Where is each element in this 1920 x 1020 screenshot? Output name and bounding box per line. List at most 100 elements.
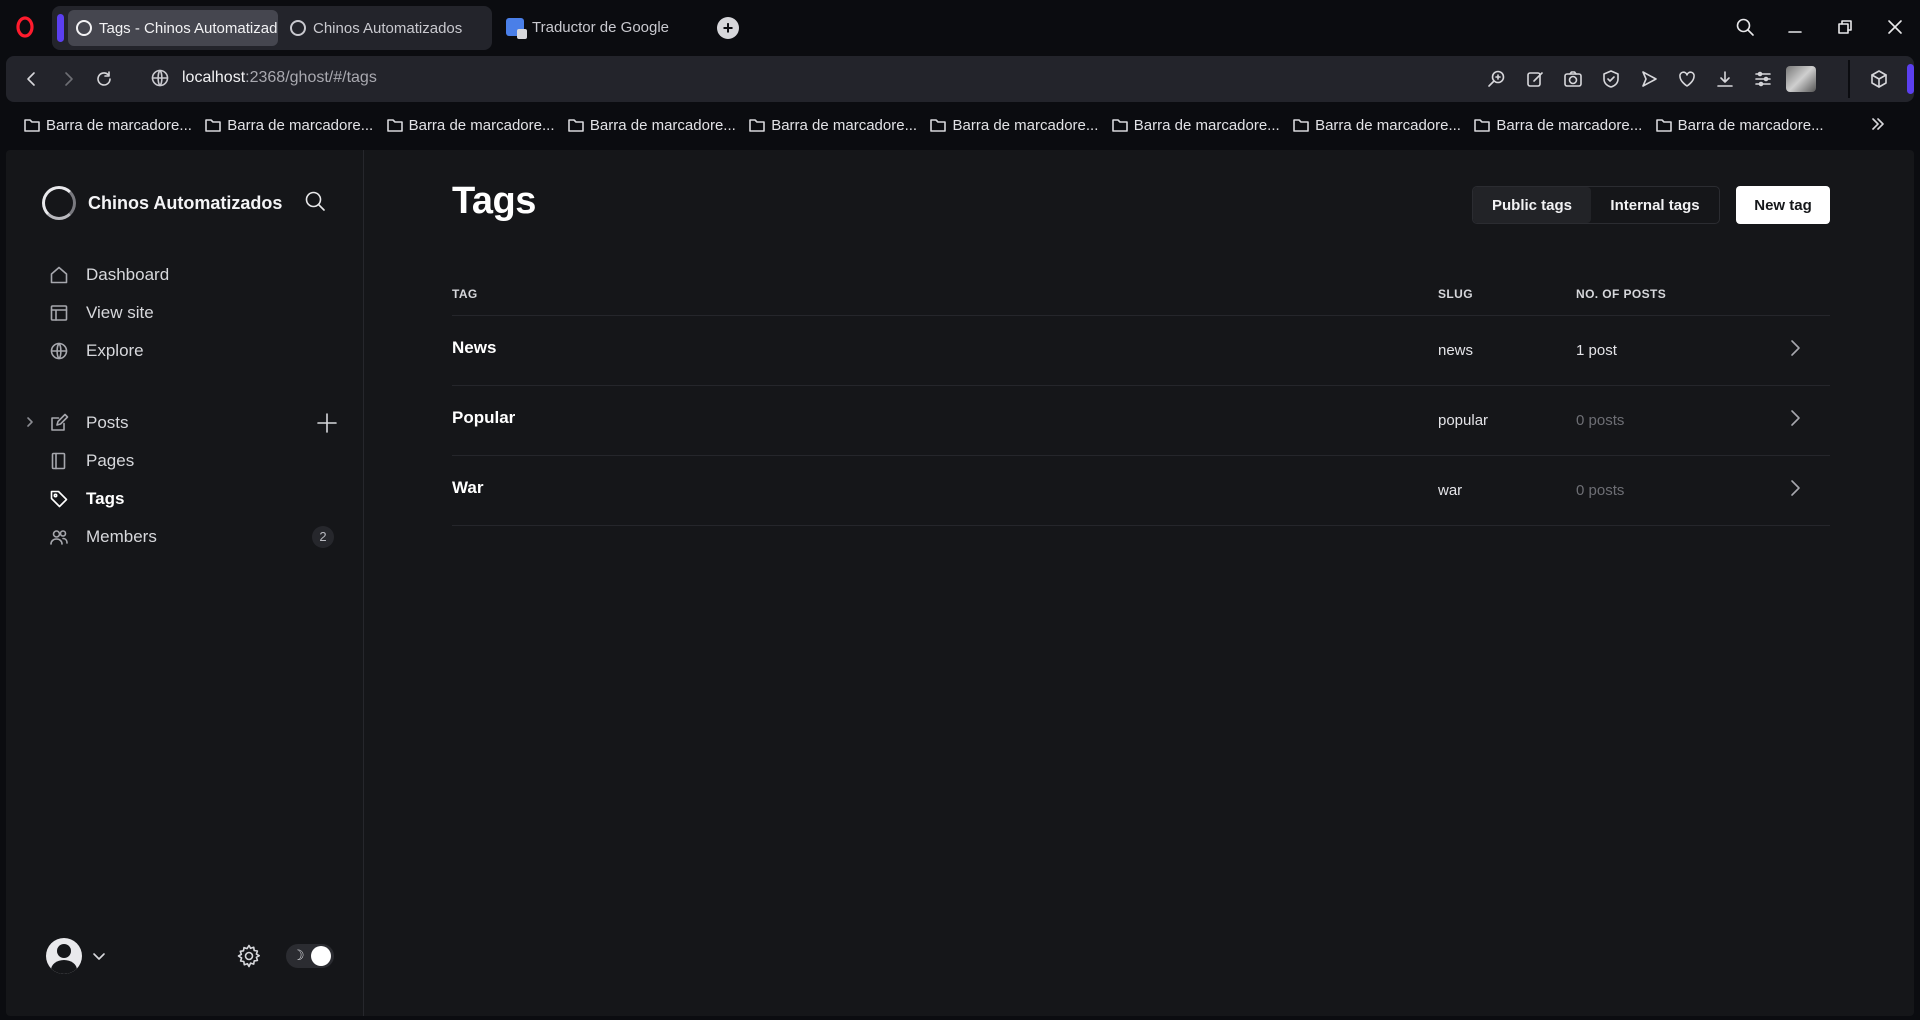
dark-mode-toggle[interactable]: ☽ [286, 944, 334, 968]
table-header: TAG SLUG NO. OF POSTS [452, 278, 1830, 316]
table-row[interactable]: News news 1 post [452, 316, 1830, 386]
sidebar-item-tags[interactable]: Tags [48, 480, 348, 518]
members-icon [48, 526, 70, 548]
new-tag-button[interactable]: New tag [1736, 186, 1830, 224]
sidebar-item-view-site[interactable]: View site [48, 294, 348, 332]
page-title: Tags [452, 180, 536, 222]
sidebar-item-dashboard[interactable]: Dashboard [48, 256, 348, 294]
sidebar-item-label: Posts [86, 413, 129, 432]
url-host: localhost [182, 69, 246, 86]
tag-name: News [452, 338, 497, 357]
bookmark-folder[interactable]: Barra de marcadore... [930, 117, 1111, 134]
user-avatar[interactable] [46, 938, 82, 974]
chevron-right-icon[interactable] [1788, 338, 1802, 358]
back-button[interactable] [20, 67, 44, 91]
bookmark-folder[interactable]: Barra de marcadore... [24, 117, 205, 134]
new-post-plus-icon[interactable] [316, 412, 338, 434]
bookmark-folder[interactable]: Barra de marcadore... [205, 117, 386, 134]
new-tab-button[interactable]: + [717, 17, 739, 39]
close-window-button[interactable] [1870, 0, 1920, 54]
tag-post-count: 0 posts [1576, 482, 1625, 499]
tab-translate[interactable]: Traductor de Google [506, 8, 669, 46]
profile-avatar[interactable] [1786, 66, 1816, 92]
minimize-button[interactable] [1770, 0, 1820, 54]
sidebar-item-explore[interactable]: Explore [48, 332, 348, 370]
edit-icon [48, 412, 70, 434]
send-icon[interactable] [1636, 66, 1662, 92]
camera-icon[interactable] [1560, 66, 1586, 92]
ghost-favicon-icon [76, 20, 92, 36]
sidebar-item-members[interactable]: Members 2 [48, 518, 348, 556]
members-count-badge: 2 [312, 526, 334, 548]
download-icon[interactable] [1712, 66, 1738, 92]
column-header-tag: TAG [452, 287, 478, 301]
toolbar-divider [1848, 60, 1850, 98]
folder-icon [930, 119, 947, 132]
url-path: :2368/ghost/#/tags [245, 69, 377, 86]
main-content: Tags Public tags Internal tags New tag T… [364, 150, 1914, 1016]
site-info-icon[interactable] [150, 68, 170, 88]
opera-logo-icon[interactable] [0, 0, 50, 54]
tab-tags[interactable]: Tags - Chinos Automatizados [68, 10, 278, 46]
chevron-right-icon[interactable] [1788, 408, 1802, 428]
bookmark-folder[interactable]: Barra de marcadore... [1111, 117, 1293, 134]
chevron-right-icon[interactable] [24, 416, 36, 428]
tags-table: TAG SLUG NO. OF POSTS News news 1 post P… [452, 278, 1830, 526]
folder-icon [1655, 119, 1672, 132]
bookmark-label: Barra de marcadore... [46, 116, 192, 134]
sidebar-footer: ☽ [42, 936, 342, 976]
reload-button[interactable] [92, 67, 116, 91]
folder-icon [1474, 119, 1491, 132]
tag-icon [48, 488, 70, 510]
folder-icon [1293, 119, 1309, 132]
sidebar-item-label: View site [86, 303, 154, 322]
public-tags-button[interactable]: Public tags [1473, 187, 1591, 223]
bookmark-folder[interactable]: Barra de marcadore... [1293, 117, 1474, 134]
tag-name: Popular [452, 408, 516, 427]
bookmark-folder[interactable]: Barra de marcadore... [749, 117, 930, 134]
primary-nav: Dashboard View site Explore [48, 256, 348, 370]
toggle-knob [311, 946, 331, 966]
tab-search-icon[interactable] [1720, 0, 1770, 54]
window-controls [1720, 0, 1920, 54]
bookmark-label: Barra de marcadore... [1315, 116, 1461, 134]
edit-page-icon[interactable] [1522, 66, 1548, 92]
zoom-search-icon[interactable] [1484, 66, 1510, 92]
folder-icon [1111, 119, 1128, 132]
settings-gear-icon[interactable] [236, 943, 262, 969]
forward-button[interactable] [56, 67, 80, 91]
url-field[interactable]: localhost:2368/ghost/#/tags [182, 69, 377, 87]
bookmark-folder[interactable]: Barra de marcadore... [1655, 117, 1837, 134]
sidebar-item-posts[interactable]: Posts [27, 404, 348, 442]
sidebar-item-label: Explore [86, 341, 144, 360]
tag-slug: news [1438, 342, 1474, 359]
folder-icon [205, 119, 222, 132]
bookmarks-overflow-icon[interactable] [1870, 116, 1886, 132]
bookmark-folder[interactable]: Barra de marcadore... [386, 117, 568, 134]
moon-icon: ☽ [292, 947, 305, 963]
table-row[interactable]: War war 0 posts [452, 456, 1830, 526]
bookmark-folder[interactable]: Barra de marcadore... [568, 117, 749, 134]
chevron-down-icon[interactable] [92, 949, 106, 963]
extensions-icon[interactable] [1866, 66, 1892, 92]
chevron-right-icon[interactable] [1788, 478, 1802, 498]
internal-tags-button[interactable]: Internal tags [1591, 187, 1719, 223]
tag-type-filter: Public tags Internal tags [1472, 186, 1720, 224]
site-brand[interactable]: Chinos Automatizados [42, 186, 282, 220]
heart-icon[interactable] [1674, 66, 1700, 92]
shield-check-icon[interactable] [1598, 66, 1624, 92]
tab-title: Chinos Automatizados [313, 19, 463, 37]
tab-site[interactable]: Chinos Automatizados [282, 10, 482, 46]
layout-icon [48, 302, 70, 324]
sidebar-item-pages[interactable]: Pages [48, 442, 348, 480]
table-row[interactable]: Popular popular 0 posts [452, 386, 1830, 456]
bookmark-label: Barra de marcadore... [771, 116, 918, 134]
easy-setup-icon[interactable] [1750, 66, 1776, 92]
restore-button[interactable] [1820, 0, 1870, 54]
tab-title: Tags - Chinos Automatizados [99, 19, 278, 37]
tag-post-count[interactable]: 1 post [1576, 342, 1617, 359]
bookmark-folder[interactable]: Barra de marcadore... [1474, 117, 1655, 134]
page-icon [48, 450, 70, 472]
search-icon[interactable] [304, 190, 326, 212]
ghost-admin: Chinos Automatizados Dashboard View site [6, 150, 1914, 1016]
